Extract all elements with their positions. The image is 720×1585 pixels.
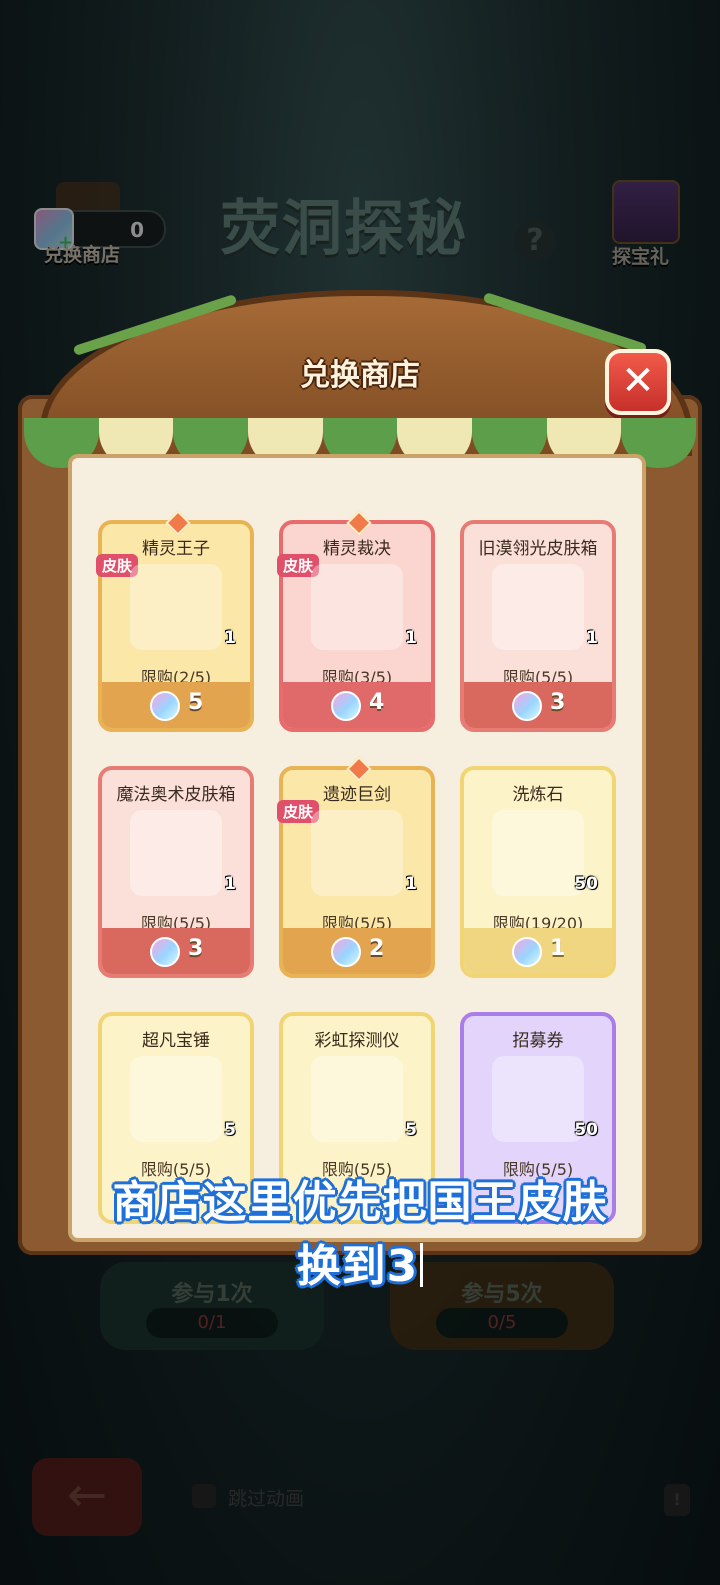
item-quantity: 50 — [574, 1120, 598, 1140]
rainbow-gem-icon — [331, 691, 361, 721]
rainbow-gem-icon — [512, 691, 542, 721]
diamond-icon — [165, 510, 191, 536]
greatsword-skin-icon — [311, 810, 403, 896]
prince-skin-icon — [130, 564, 222, 650]
item-name: 旧漠翎光皮肤箱 — [478, 539, 598, 559]
diamond-icon — [346, 510, 372, 536]
skin-chest-icon — [492, 564, 584, 650]
item-price: 3 — [550, 690, 566, 715]
rainbow-gem-icon — [150, 691, 180, 721]
subtitle-line-2-text: 换到3 — [296, 1241, 419, 1292]
item-name: 招募券 — [512, 1031, 564, 1051]
item-quantity: 1 — [586, 628, 598, 648]
item-name: 超凡宝锤 — [142, 1031, 210, 1051]
diamond-icon — [346, 756, 372, 782]
item-quantity: 50 — [574, 874, 598, 894]
item-name: 彩虹探测仪 — [314, 1031, 400, 1051]
shop-item-card[interactable]: 精灵王子 皮肤 1 限购(2/5) 5 — [96, 510, 254, 732]
refine-stone-icon — [492, 810, 584, 896]
price-bar[interactable]: 2 — [283, 928, 431, 974]
price-bar[interactable]: 3 — [464, 682, 612, 728]
magic-chest-icon — [130, 810, 222, 896]
shop-item-card[interactable]: 旧漠翎光皮肤箱 1 限购(5/5) 3 — [460, 520, 616, 732]
recruit-ticket-icon — [492, 1056, 584, 1142]
subtitle-line-2: 换到3 — [0, 1230, 720, 1294]
item-quantity: 1 — [405, 628, 417, 648]
item-quantity: 1 — [405, 874, 417, 894]
rainbow-gem-icon — [150, 937, 180, 967]
hammer-icon — [130, 1056, 222, 1142]
text-caret — [420, 1243, 424, 1287]
subtitle-line-1: 商店这里优先把国王皮肤 — [112, 1177, 608, 1228]
close-button[interactable]: ✕ — [605, 349, 671, 415]
shop-item-card[interactable]: 精灵裁决 皮肤 1 限购(3/5) 4 — [277, 510, 435, 732]
item-name: 魔法奥术皮肤箱 — [116, 785, 236, 805]
shop-item-card[interactable]: 魔法奥术皮肤箱 1 限购(5/5) 3 — [98, 766, 254, 978]
price-bar[interactable]: 3 — [102, 928, 250, 974]
price-bar[interactable]: 1 — [464, 928, 612, 974]
item-quantity: 1 — [224, 874, 236, 894]
item-quantity: 5 — [405, 1120, 417, 1140]
item-price: 4 — [369, 690, 385, 715]
item-price: 2 — [369, 936, 385, 961]
shop-item-grid: 精灵王子 皮肤 1 限购(2/5) 5 精灵裁决 皮肤 1 限购(3/5) 4 … — [72, 458, 642, 1238]
detector-icon — [311, 1056, 403, 1142]
item-name: 洗炼石 — [512, 785, 564, 805]
item-quantity: 1 — [224, 628, 236, 648]
rainbow-gem-icon — [512, 937, 542, 967]
rainbow-gem-icon — [331, 937, 361, 967]
shop-item-card[interactable]: 遗迹巨剑 皮肤 1 限购(5/5) 2 — [277, 756, 435, 978]
item-price: 3 — [188, 936, 204, 961]
spear-skin-icon — [311, 564, 403, 650]
item-price: 1 — [550, 936, 566, 961]
item-price: 5 — [188, 690, 204, 715]
shop-item-card[interactable]: 洗炼石 50 限购(19/20) 1 — [460, 766, 616, 978]
item-quantity: 5 — [224, 1120, 236, 1140]
price-bar[interactable]: 5 — [102, 682, 250, 728]
price-bar[interactable]: 4 — [283, 682, 431, 728]
